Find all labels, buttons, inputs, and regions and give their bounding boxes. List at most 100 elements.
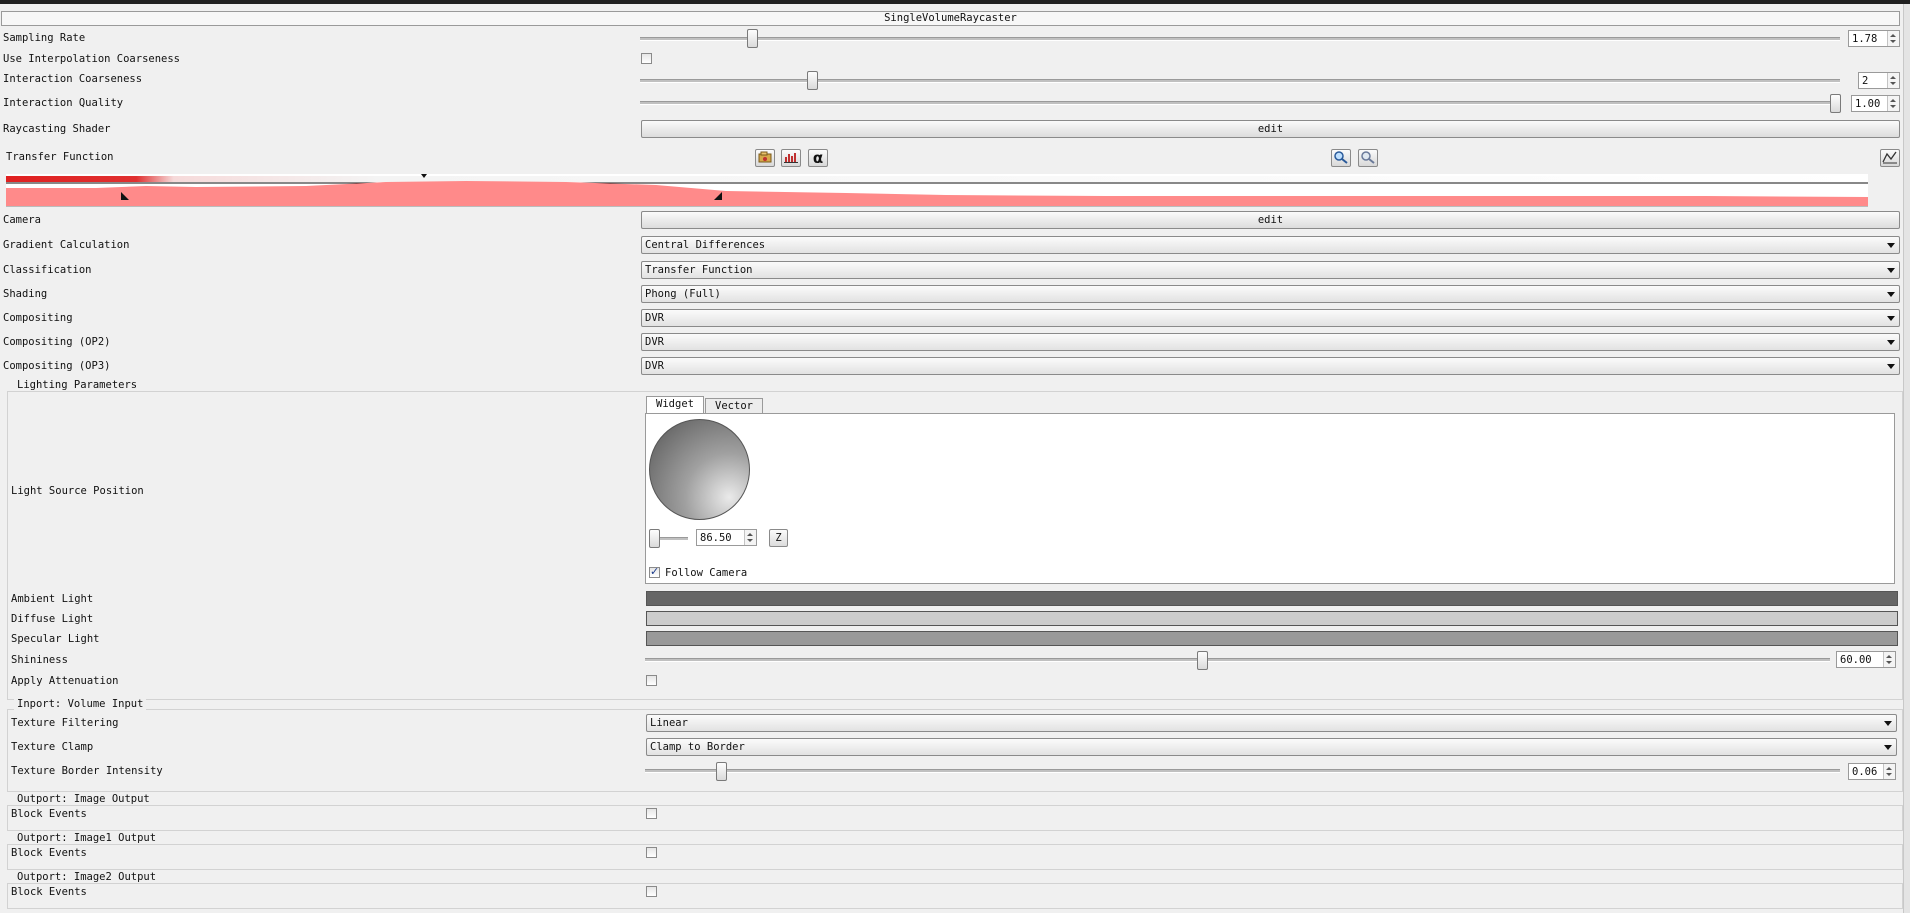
image-output-group [7,805,1903,831]
gradient-calculation-select[interactable]: Central Differences [641,236,1900,254]
camera-edit-button[interactable]: edit [641,211,1900,229]
interaction-coarseness-label: Interaction Coarseness [3,73,143,85]
transfer-function-canvas[interactable] [6,174,1868,207]
interaction-quality-value: 1.00 [1855,98,1881,110]
specular-light-color-button[interactable] [646,631,1898,646]
compositing-select[interactable]: DVR [641,309,1900,327]
load-icon[interactable] [755,149,775,167]
shading-select[interactable]: Phong (Full) [641,285,1900,303]
classification-select[interactable]: Transfer Function [641,261,1900,279]
diffuse-light-color-button[interactable] [646,611,1898,626]
shininess-spinbox[interactable]: 60.00 [1836,651,1896,668]
light-distance-value: 86.50 [700,532,732,544]
interaction-coarseness-value: 2 [1862,75,1869,87]
interaction-quality-slider[interactable] [640,101,1840,105]
ambient-light-color-button[interactable] [646,591,1898,606]
shininess-value: 60.00 [1840,654,1872,666]
gradient-calculation-label: Gradient Calculation [3,239,130,251]
shininess-slider[interactable] [645,658,1830,662]
apply-attenuation-checkbox[interactable] [646,675,657,686]
processor-title: SingleVolumeRaycaster [1,11,1900,26]
spin-arrows-icon[interactable] [1883,652,1895,667]
tab-vector[interactable]: Vector [705,398,763,414]
interaction-quality-spinbox[interactable]: 1.00 [1851,95,1900,112]
texture-border-intensity-spinbox[interactable]: 0.06 [1848,763,1896,780]
spin-arrows-icon[interactable] [1883,764,1895,779]
transfer-function-histogram [6,174,1868,206]
shading-value: Phong (Full) [645,288,721,300]
spin-arrows-icon[interactable] [1887,96,1899,111]
image2-output-block-events-label: Block Events [11,886,87,898]
ambient-light-label: Ambient Light [11,593,94,605]
use-interpolation-coarseness-checkbox[interactable] [641,53,652,64]
light-widget-panel [645,413,1895,584]
sampling-rate-slider-handle[interactable] [747,29,758,48]
diffuse-light-label: Diffuse Light [11,613,94,625]
interaction-coarseness-slider[interactable] [640,79,1840,83]
texture-clamp-select[interactable]: Clamp to Border [646,738,1897,756]
zoom-out-icon[interactable] [1358,149,1378,167]
shininess-slider-handle[interactable] [1197,651,1208,670]
interaction-coarseness-spinbox[interactable]: 2 [1858,72,1900,89]
chevron-down-icon [1887,243,1895,248]
chevron-down-icon [1887,316,1895,321]
zoom-in-icon[interactable] [1331,149,1351,167]
spin-arrows-icon[interactable] [1887,73,1899,88]
texture-border-intensity-slider[interactable] [645,769,1840,773]
image-output-block-events-label: Block Events [11,808,87,820]
gradient-calculation-value: Central Differences [645,239,766,251]
compositing-op2-select[interactable]: DVR [641,333,1900,351]
sampling-rate-slider[interactable] [640,37,1840,41]
scrollbar[interactable] [1903,4,1910,913]
texture-filtering-label: Texture Filtering [11,717,119,729]
shading-label: Shading [3,288,48,300]
image-output-block-events-checkbox[interactable] [646,808,657,819]
texture-filtering-select[interactable]: Linear [646,714,1897,732]
raycasting-shader-label: Raycasting Shader [3,123,111,135]
image1-output-block-events-checkbox[interactable] [646,847,657,858]
image2-output-group [7,883,1903,909]
light-distance-spinbox[interactable]: 86.50 [696,529,757,546]
chevron-down-icon [1887,340,1895,345]
curve-editor-icon[interactable] [1880,149,1900,167]
texture-border-intensity-value: 0.06 [1852,766,1878,778]
texture-clamp-value: Clamp to Border [650,741,745,753]
light-distance-slider-handle[interactable] [649,529,660,548]
texture-border-intensity-label: Texture Border Intensity [11,765,163,777]
sampling-rate-value: 1.78 [1852,33,1878,45]
texture-filtering-value: Linear [650,717,688,729]
light-source-position-label: Light Source Position [11,485,144,497]
compositing-op2-label: Compositing (OP2) [3,336,111,348]
image2-output-title: Outport: Image2 Output [14,871,160,883]
shininess-label: Shininess [11,654,68,666]
sampling-rate-spinbox[interactable]: 1.78 [1848,30,1900,47]
window-top-bar [0,0,1910,4]
texture-border-intensity-slider-handle[interactable] [716,762,727,781]
compositing-op3-label: Compositing (OP3) [3,360,111,372]
compositing-label: Compositing [3,312,73,324]
chevron-down-icon [1887,292,1895,297]
alpha-icon[interactable]: α [808,149,828,167]
volume-input-title: Inport: Volume Input [14,698,147,710]
chevron-down-icon [1887,364,1895,369]
use-interpolation-coarseness-label: Use Interpolation Coarseness [3,53,181,65]
interaction-coarseness-slider-handle[interactable] [807,71,818,90]
apply-attenuation-label: Apply Attenuation [11,675,119,687]
image1-output-title: Outport: Image1 Output [14,832,160,844]
texture-clamp-label: Texture Clamp [11,741,94,753]
spin-arrows-icon[interactable] [1887,31,1899,46]
compositing-op3-select[interactable]: DVR [641,357,1900,375]
raycasting-shader-edit-button[interactable]: edit [641,120,1900,138]
image-output-title: Outport: Image Output [14,793,153,805]
image2-output-block-events-checkbox[interactable] [646,886,657,897]
camera-label: Camera [3,214,41,226]
transfer-function-label: Transfer Function [6,151,114,163]
follow-camera-checkbox[interactable] [649,565,660,578]
tab-widget[interactable]: Widget [646,396,704,414]
spin-arrows-icon[interactable] [744,530,756,545]
save-histogram-icon[interactable] [781,149,801,167]
lighting-parameters-title: Lighting Parameters [14,379,141,391]
z-axis-button[interactable]: Z [769,529,788,547]
light-position-sphere[interactable] [649,419,750,520]
interaction-quality-slider-handle[interactable] [1830,94,1841,113]
